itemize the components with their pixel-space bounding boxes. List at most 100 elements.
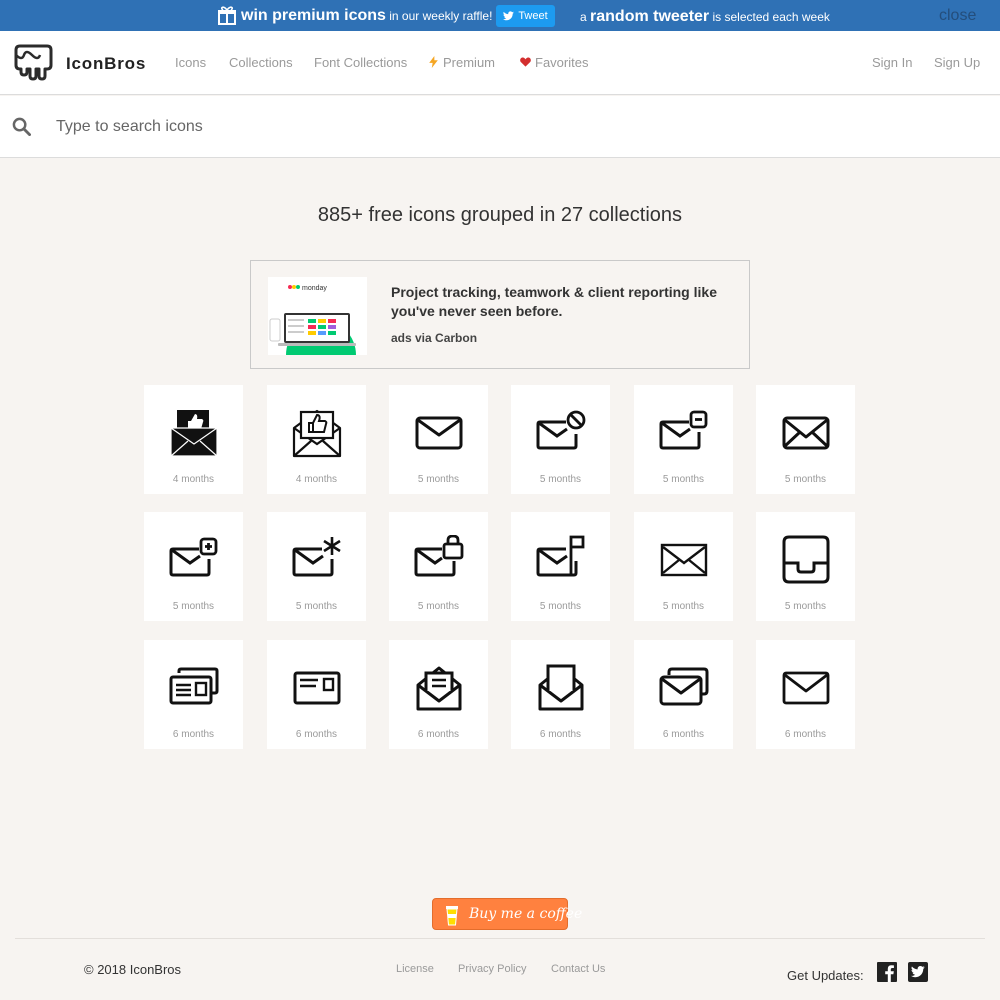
page-headline: 885+ free icons grouped in 27 collection… [317,204,683,226]
lightning-icon [429,56,438,68]
nav-favorites-label: Favorites [535,55,589,70]
nav-collections[interactable]: Collections [229,55,293,70]
nav-premium[interactable]: Premium [428,55,495,70]
icon-card[interactable]: 5 months [389,512,488,621]
tweeter-prefix: a [580,10,591,24]
mail-open-lines-icon [660,543,708,577]
icon-card[interactable]: 6 months [756,640,855,749]
icon-age: 5 months [417,601,460,612]
mail-icon [415,416,463,450]
search-input[interactable] [56,114,956,140]
icon-card[interactable]: 6 months [634,640,733,749]
mail-open-icon [538,664,584,711]
icon-age: 5 months [784,474,827,485]
icon-card[interactable]: 6 months [267,640,366,749]
monday-ad-graphic: monday [269,285,356,355]
icon-card[interactable]: 4 months [267,385,366,494]
mail-add-icon [169,537,218,577]
mail-stack-icon [659,667,709,706]
icon-age: 6 months [417,729,460,740]
icon-card[interactable]: 5 months [756,385,855,494]
mail-remove-icon [659,410,708,450]
nav-icons[interactable]: Icons [175,55,206,70]
tweet-label: Tweet [518,10,548,22]
mail-simple-icon [782,671,830,705]
contact-us-link[interactable]: Contact Us [551,963,605,975]
promo-highlight: win premium icons [241,7,386,24]
iconbros-logo-icon[interactable] [12,43,55,81]
promo-tweeter-message: a random tweeter is selected each week [580,8,830,26]
tweeter-highlight: random tweeter [590,8,710,25]
tweet-button[interactable]: Tweet [496,5,555,27]
nav-premium-label: Premium [443,55,496,70]
icon-age: 5 months [417,474,460,485]
icon-age: 6 months [784,729,827,740]
mail-locked-icon [414,535,464,577]
heart-icon [520,57,531,67]
icon-card[interactable]: 6 months [144,640,243,749]
footer-divider [15,938,985,939]
icon-card[interactable]: 6 months [511,640,610,749]
mail-flag-icon [536,535,585,577]
ad-image[interactable]: monday [268,277,367,355]
ad-via-link[interactable]: ads via Carbon [391,331,477,345]
icon-age: 5 months [295,601,338,612]
nav-font-collections[interactable]: Font Collections [314,55,407,70]
sign-up-link[interactable]: Sign Up [934,55,980,70]
postcard-icon [293,671,341,705]
twitter-bird-icon [503,11,515,21]
gift-icon [218,6,236,25]
postcards-stack-icon [169,667,219,705]
ad-text[interactable]: Project tracking, teamwork & client repo… [391,283,741,321]
twitter-icon[interactable] [908,962,928,982]
icon-age: 5 months [784,601,827,612]
icon-card[interactable]: 5 months [756,512,855,621]
search-bar [0,96,1000,158]
icon-card[interactable]: 5 months [511,512,610,621]
mail-like-outline-icon [292,409,342,458]
icon-card[interactable]: 5 months [634,512,733,621]
facebook-icon[interactable] [877,962,897,982]
icon-age: 4 months [295,474,338,485]
buy-me-a-coffee-button[interactable]: Buy me a coffee [432,898,582,930]
inbox-tray-icon [782,535,830,584]
icon-card[interactable]: 5 months [389,385,488,494]
mail-star-icon [292,537,341,577]
promo-message: win premium icons in our weekly raffle! [241,7,492,25]
icon-age: 5 months [662,474,705,485]
icon-card[interactable]: 5 months [267,512,366,621]
privacy-policy-link[interactable]: Privacy Policy [458,963,526,975]
icon-age: 6 months [295,729,338,740]
brand-name[interactable]: IconBros [66,54,146,74]
icon-card[interactable]: 5 months [634,385,733,494]
top-nav: IconBros Icons Collections Font Collecti… [0,31,1000,95]
icon-age: 5 months [539,474,582,485]
ad-brand: monday [302,285,327,292]
mail-like-filled-icon [170,410,218,457]
promo-banner: win premium icons in our weekly raffle! … [0,0,1000,31]
carbon-ad[interactable]: monday Project tracking, teamwork & clie… [250,260,750,369]
nav-favorites[interactable]: Favorites [520,55,588,70]
icon-age: 5 months [172,601,215,612]
icon-age: 6 months [539,729,582,740]
promo-rest: in our weekly raffle! [385,9,493,23]
license-link[interactable]: License [396,963,434,975]
icon-age: 6 months [662,729,705,740]
tweeter-suffix: is selected each week [709,10,830,24]
icon-card[interactable]: 4 months [144,385,243,494]
copyright: © 2018 IconBros [84,962,182,977]
icon-card[interactable]: 5 months [511,385,610,494]
icon-card[interactable]: 5 months [144,512,243,621]
icon-age: 5 months [539,601,582,612]
icon-age: 4 months [172,474,215,485]
search-icon [12,117,31,136]
mail-alt-icon [782,416,830,450]
mail-blocked-icon [536,410,586,450]
icon-age: 5 months [662,601,705,612]
sign-in-link[interactable]: Sign In [872,55,912,70]
close-button[interactable]: close [939,7,976,25]
mail-letter-open-icon [416,666,462,711]
coffee-cup-icon [446,906,458,926]
get-updates-label: Get Updates: [787,968,864,983]
icon-card[interactable]: 6 months [389,640,488,749]
